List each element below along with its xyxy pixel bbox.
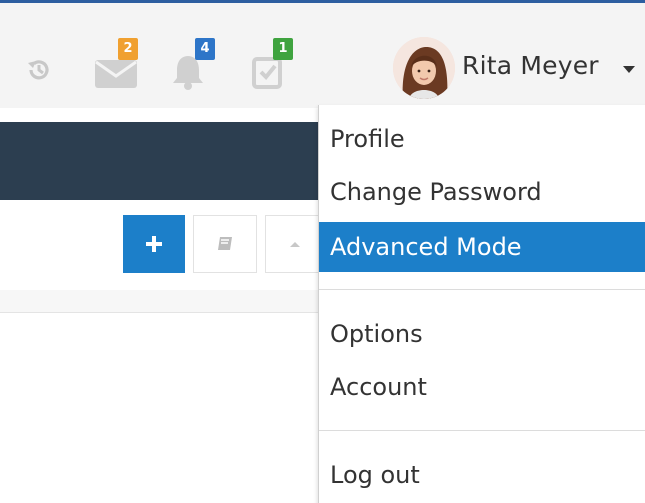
menu-divider (319, 289, 645, 290)
book-button[interactable] (193, 215, 257, 273)
app-screen: 2 4 1 Rita Meyer Profile Change Password… (0, 0, 645, 503)
envelope-icon[interactable] (94, 57, 138, 89)
user-dropdown-menu: Profile Change Password Advanced Mode Op… (318, 105, 645, 503)
book-icon (218, 237, 232, 250)
avatar[interactable] (393, 37, 455, 99)
history-icon[interactable] (24, 55, 54, 85)
menu-item-log-out[interactable]: Log out (319, 450, 645, 500)
chevron-down-icon[interactable] (623, 66, 635, 73)
plus-icon (146, 236, 162, 252)
menu-item-account[interactable]: Account (319, 362, 645, 412)
caret-up-icon (290, 242, 300, 247)
menu-divider (319, 430, 645, 431)
menu-item-profile[interactable]: Profile (319, 114, 645, 164)
notifications-count-badge: 4 (195, 38, 215, 60)
collapse-button[interactable] (265, 215, 325, 273)
user-avatar-photo (393, 37, 455, 99)
top-navbar: 2 4 1 Rita Meyer (0, 0, 645, 108)
menu-item-change-password[interactable]: Change Password (319, 167, 645, 217)
menu-item-options[interactable]: Options (319, 309, 645, 359)
add-button[interactable] (123, 215, 185, 273)
user-name[interactable]: Rita Meyer (462, 51, 599, 80)
menu-item-advanced-mode[interactable]: Advanced Mode (319, 222, 645, 272)
tasks-count-badge: 1 (273, 38, 293, 60)
messages-count-badge: 2 (118, 38, 138, 60)
